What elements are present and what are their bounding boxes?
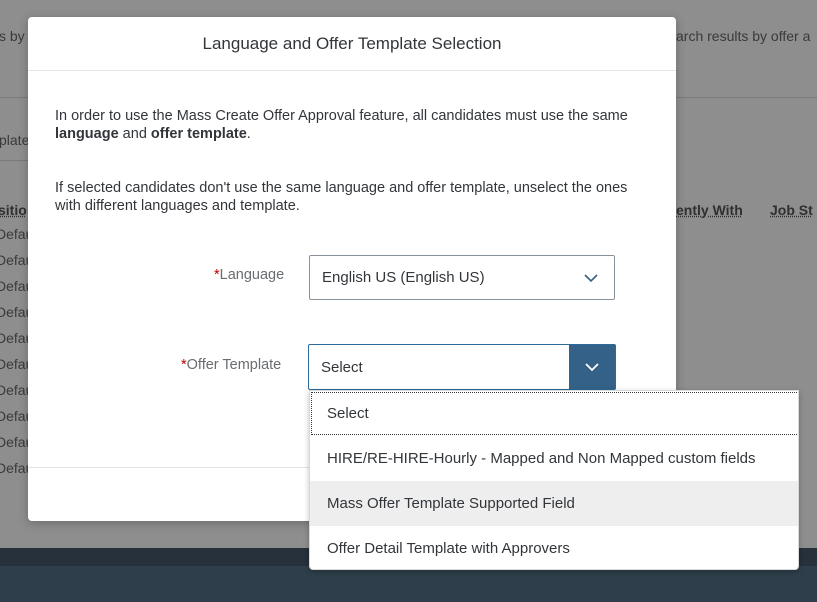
offer-template-label-text: Offer Template [186, 357, 282, 373]
background-divider [0, 160, 30, 161]
instruction-bold-language: language [55, 126, 119, 142]
background-text-left: s by [0, 28, 25, 44]
dropdown-option-offer-detail-template[interactable]: Offer Detail Template with Approvers [310, 526, 798, 569]
offer-template-select-value: Select [321, 359, 363, 376]
dialog-instruction-1: In order to use the Mass Create Offer Ap… [55, 107, 655, 143]
column-header-currently-with[interactable]: ently With [676, 202, 743, 218]
language-label: *Language [214, 267, 284, 283]
instruction-text: . [246, 126, 251, 142]
chevron-down-icon[interactable] [569, 345, 615, 389]
dialog-title: Language and Offer Template Selection [202, 33, 502, 53]
offer-template-dropdown-list: Select HIRE/RE-HIRE-Hourly - Mapped and … [309, 390, 799, 570]
column-header-job-status[interactable]: Job St [770, 202, 813, 218]
background-text-right: arch results by offer a [676, 28, 811, 44]
background-template-label: plate [0, 132, 30, 148]
language-select-value: English US (English US) [322, 269, 485, 286]
column-header-position[interactable]: sitio [0, 202, 27, 218]
dropdown-option-select[interactable]: Select [310, 391, 798, 436]
chevron-down-icon[interactable] [568, 256, 614, 299]
instruction-text: and [118, 126, 151, 142]
language-label-text: Language [219, 267, 285, 283]
instruction-bold-offer-template: offer template [150, 126, 247, 142]
dropdown-option-mass-offer-template[interactable]: Mass Offer Template Supported Field [310, 481, 798, 526]
language-select[interactable]: English US (English US) [309, 255, 615, 300]
dropdown-option-hire-rehire-hourly[interactable]: HIRE/RE-HIRE-Hourly - Mapped and Non Map… [310, 436, 798, 481]
offer-template-select[interactable]: Select [308, 344, 616, 390]
instruction-text: In order to use the Mass Create Offer Ap… [55, 108, 628, 124]
offer-template-label: *Offer Template [181, 357, 281, 373]
page-footer [0, 566, 817, 602]
dialog-instruction-2: If selected candidates don't use the sam… [55, 180, 628, 214]
dialog-header: Language and Offer Template Selection [28, 17, 676, 71]
